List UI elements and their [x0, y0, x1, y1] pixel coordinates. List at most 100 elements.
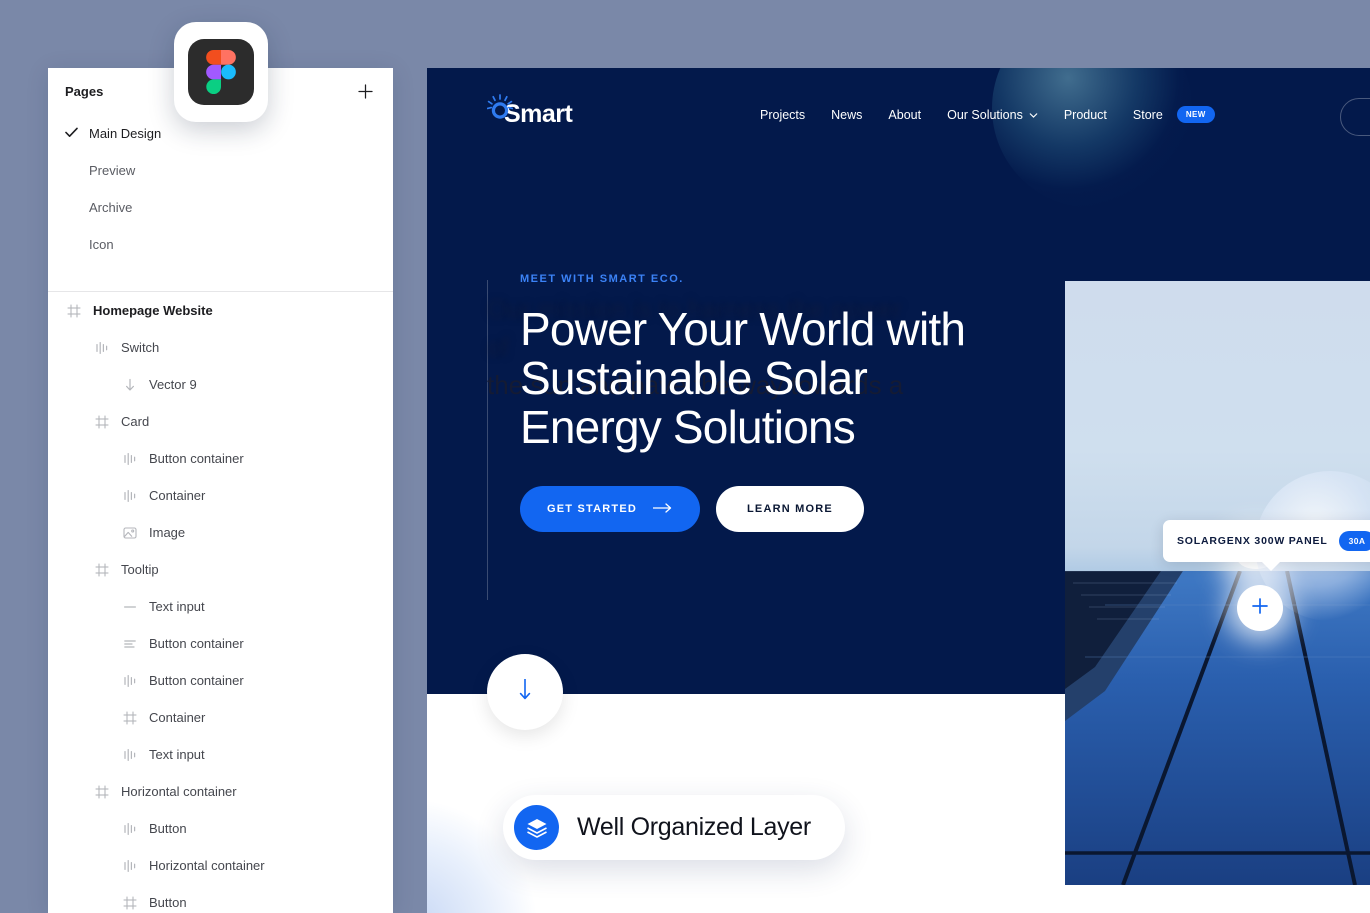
hero-content: MEET WITH SMART ECO. Power Your World wi… [487, 273, 966, 532]
frame-icon [93, 561, 111, 579]
layer-row[interactable]: Text input [48, 588, 393, 625]
line-icon [121, 598, 139, 616]
figma-layers-panel: Pages Main Design Preview Archive Icon H… [48, 68, 393, 913]
layer-row[interactable]: Horizontal container [48, 773, 393, 810]
solar-panel-photo: SOLARGENX 300W PANEL 30A [1065, 281, 1370, 885]
layer-row-label: Card [121, 414, 150, 429]
component-icon [121, 820, 139, 838]
component-icon [121, 746, 139, 764]
arrow-down-icon [519, 677, 531, 706]
learn-more-button[interactable]: LEARN MORE [716, 486, 864, 532]
page-item-label: Main Design [89, 126, 162, 141]
layer-row-label: Text input [149, 599, 205, 614]
layers-icon [514, 805, 559, 850]
layer-row-label: Homepage Website [93, 303, 213, 318]
layer-row[interactable]: Tooltip [48, 551, 393, 588]
nav-item-label: Store [1132, 107, 1163, 122]
layer-row-label: Container [149, 488, 206, 503]
frame-icon [121, 894, 139, 912]
layer-row-label: Button container [149, 673, 244, 688]
brand-logo[interactable]: Smart [487, 94, 573, 128]
nav-item-label: About [888, 107, 922, 122]
layer-row-label: Button [149, 895, 187, 910]
frame-icon [121, 709, 139, 727]
page-item-archive[interactable]: Archive [48, 189, 393, 226]
layer-row[interactable]: Horizontal container [48, 847, 393, 884]
well-organized-layer-card[interactable]: Well Organized Layer [503, 795, 845, 860]
nav-item-about[interactable]: About [888, 108, 921, 122]
layer-row[interactable]: Vector 9 [48, 366, 393, 403]
layer-row-label: Button container [149, 636, 244, 651]
layer-row[interactable]: Button [48, 810, 393, 847]
hero-button-group: GET STARTED LEARN MORE [520, 486, 965, 532]
layer-row-label: Horizontal container [149, 858, 265, 873]
nav-item-projects[interactable]: Projects [760, 108, 805, 122]
layer-row-label: Tooltip [121, 562, 159, 577]
check-mark-icon [65, 127, 89, 141]
pages-title: Pages [65, 84, 104, 99]
figma-app-badge [174, 22, 268, 122]
plus-icon [1251, 597, 1269, 620]
layer-row-label: Container [149, 710, 206, 725]
website-artboard: Smart Projects News About Our Solutions [427, 68, 1370, 913]
layer-row[interactable]: Image [48, 514, 393, 551]
frame-icon [93, 783, 111, 801]
hero-eyebrow: MEET WITH SMART ECO. [520, 273, 684, 285]
layer-row-label: Vector 9 [149, 377, 197, 392]
status-badge-new: NEW [1176, 106, 1215, 123]
learn-more-label: LEARN MORE [747, 503, 833, 515]
well-organized-layer-label: Well Organized Layer [577, 813, 811, 841]
nav-item-news[interactable]: News [831, 108, 862, 122]
scroll-down-button[interactable] [487, 654, 563, 730]
component-icon [121, 672, 139, 690]
page-item-icon[interactable]: Icon [48, 226, 393, 263]
layer-row-label: Button [149, 821, 187, 836]
layer-row[interactable]: Homepage Website [48, 292, 393, 329]
layer-row[interactable]: Button container [48, 662, 393, 699]
product-tooltip[interactable]: SOLARGENX 300W PANEL 30A [1163, 520, 1370, 571]
image-icon [121, 524, 139, 542]
layer-row-label: Image [149, 525, 186, 540]
pages-list: Main Design Preview Archive Icon [48, 115, 393, 263]
tooltip-badge: 30A [1338, 531, 1370, 551]
arrow-right-icon [652, 502, 673, 516]
sun-bulb-icon [487, 94, 513, 128]
nav-item-product[interactable]: Product [1064, 108, 1107, 122]
hero-title-line-1: Power Your World with [520, 303, 966, 355]
add-page-button[interactable] [354, 81, 376, 103]
get-started-label: GET STARTED [547, 503, 637, 515]
layer-row[interactable]: Container [48, 699, 393, 736]
page-item-preview[interactable]: Preview [48, 152, 393, 189]
layer-row[interactable]: Container [48, 477, 393, 514]
nav-cta-button[interactable] [1340, 98, 1370, 136]
layer-row-label: Switch [121, 340, 160, 355]
page-item-label: Preview [89, 163, 136, 178]
nav-item-our-solutions[interactable]: Our Solutions [947, 108, 1038, 122]
layer-row-label: Text input [149, 747, 205, 762]
layer-row[interactable]: Card [48, 403, 393, 440]
nav-item-store[interactable]: Store NEW [1133, 106, 1215, 123]
layer-row[interactable]: Button container [48, 440, 393, 477]
page-title: Power Your World with Sustainable Solar … [520, 303, 966, 453]
layer-row[interactable]: Text input [48, 736, 393, 773]
layer-row-label: Horizontal container [121, 784, 237, 799]
hero-title-line-2: Sustainable Solar [520, 352, 868, 404]
layers-list: Homepage Website Switch Vector 9 Card Button… [48, 292, 393, 913]
site-navbar: Smart Projects News About Our Solutions [427, 68, 1370, 162]
hotspot-plus-button[interactable] [1237, 585, 1283, 631]
layer-row[interactable]: Switch [48, 329, 393, 366]
frame-icon [93, 413, 111, 431]
get-started-button[interactable]: GET STARTED [520, 486, 700, 532]
page-item-label: Archive [89, 200, 133, 215]
nav-item-label: Projects [760, 107, 806, 122]
page-item-label: Icon [89, 237, 114, 252]
text-align-icon [121, 635, 139, 653]
figma-logo-icon [188, 39, 254, 105]
tooltip-label: SOLARGENX 300W PANEL [1177, 535, 1328, 547]
hero-title-line-3: Energy Solutions [520, 401, 856, 453]
layer-row[interactable]: Button container [48, 625, 393, 662]
chevron-down-icon [1029, 109, 1038, 118]
nav-item-label: News [831, 107, 863, 122]
layer-row[interactable]: Button [48, 884, 393, 913]
component-icon [93, 339, 111, 357]
